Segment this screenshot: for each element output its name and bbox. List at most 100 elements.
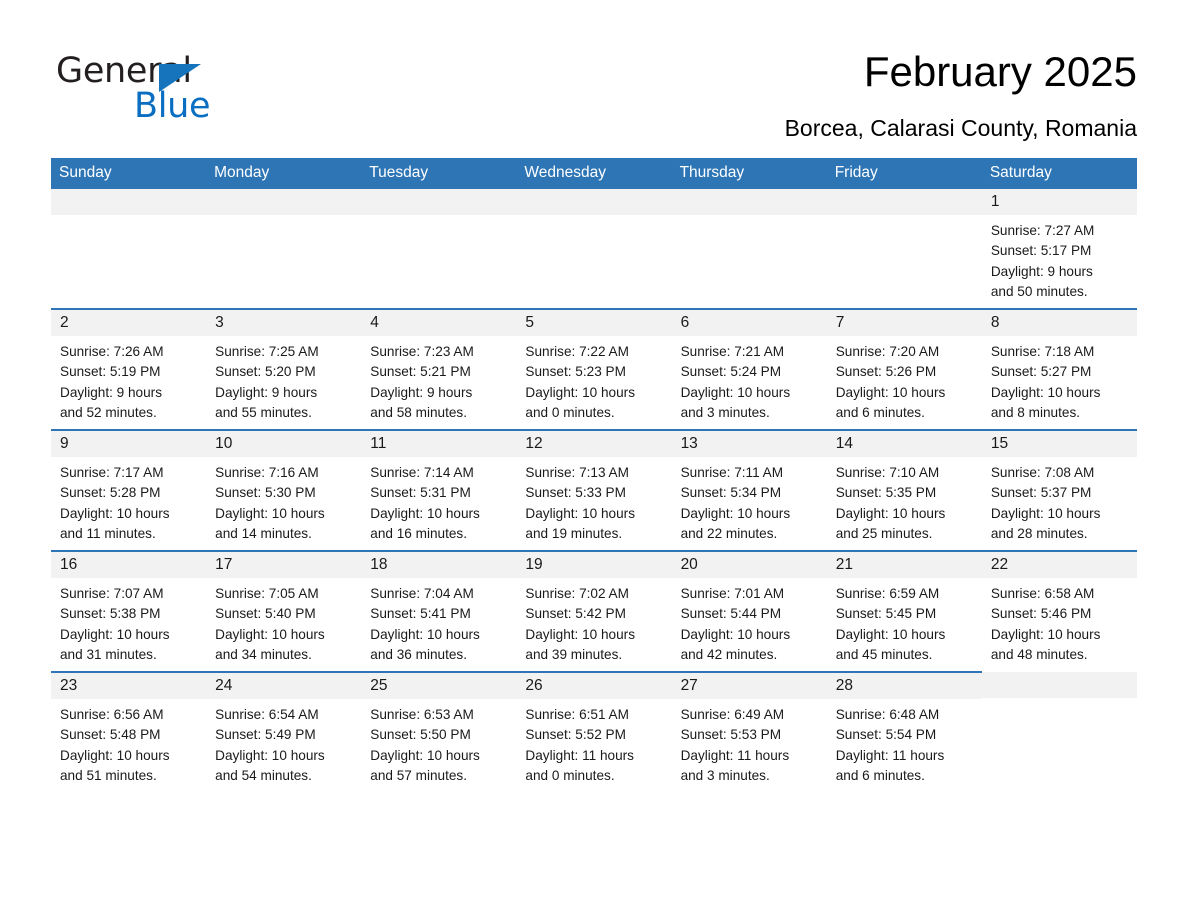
- day-number: 1: [981, 189, 1137, 215]
- day-detail-daylight-cont: and 48 minutes.: [990, 646, 1088, 662]
- day-detail-daylight-cont: and 0 minutes.: [525, 767, 615, 783]
- day-details: Sunrise: 7:22 AM Sunset: 5:23 PM Daylight:…: [516, 336, 671, 423]
- calendar-day-cell[interactable]: 24 Sunrise: 6:54 AM Sunset: 5:49 PM Dayligh…: [206, 671, 362, 792]
- day-detail-daylight-cont: and 6 minutes.: [835, 767, 925, 783]
- day-detail-sunrise: Sunrise: 7:04 AM: [370, 586, 474, 601]
- day-detail-daylight-cont: and 3 minutes.: [680, 404, 770, 420]
- calendar-day-cell[interactable]: 23 Sunrise: 6:56 AM Sunset: 5:48 PM Dayligh…: [51, 671, 207, 792]
- calendar-day-cell[interactable]: 27 Sunrise: 6:49 AM Sunset: 5:53 PM Dayligh…: [671, 671, 827, 792]
- day-detail-daylight: Daylight: 9 hours: [370, 384, 473, 400]
- calendar-day-cell[interactable]: 15 Sunrise: 7:08 AM Sunset: 5:37 PM Dayligh…: [981, 429, 1137, 551]
- calendar-day-cell[interactable]: 28 Sunrise: 6:48 AM Sunset: 5:54 PM Dayligh…: [826, 671, 982, 792]
- day-detail-daylight: Daylight: 10 hours: [835, 626, 946, 642]
- day-detail-daylight-cont: and 22 minutes.: [680, 525, 778, 541]
- calendar-day-cell[interactable]: 26 Sunrise: 6:51 AM Sunset: 5:52 PM Dayligh…: [516, 671, 672, 792]
- page-title: February 2025: [863, 48, 1137, 95]
- day-detail-sunset: Sunset: 5:54 PM: [835, 727, 937, 743]
- day-details: Sunrise: 7:02 AM Sunset: 5:42 PM Daylight:…: [516, 578, 671, 665]
- day-detail-daylight: Daylight: 10 hours: [370, 747, 480, 763]
- calendar-day-cell[interactable]: 22 Sunrise: 6:58 AM Sunset: 5:46 PM Dayligh…: [981, 550, 1137, 672]
- day-detail-sunset: Sunset: 5:24 PM: [680, 364, 782, 380]
- calendar-day-cell[interactable]: 4 Sunrise: 7:23 AM Sunset: 5:21 PM Daylight…: [361, 308, 517, 430]
- day-details: Sunrise: 6:56 AM Sunset: 5:48 PM Daylight:…: [51, 699, 206, 786]
- day-detail-sunset: Sunset: 5:48 PM: [60, 727, 161, 743]
- calendar-day-cell[interactable]: 6 Sunrise: 7:21 AM Sunset: 5:24 PM Daylight…: [671, 308, 827, 430]
- day-number: [671, 189, 827, 215]
- calendar-day-cell[interactable]: 21 Sunrise: 6:59 AM Sunset: 5:45 PM Dayligh…: [826, 550, 982, 672]
- calendar-day-cell[interactable]: 10 Sunrise: 7:16 AM Sunset: 5:30 PM Dayligh…: [206, 429, 362, 551]
- day-detail-sunrise: Sunrise: 7:01 AM: [680, 586, 785, 601]
- calendar-day-cell[interactable]: 14 Sunrise: 7:10 AM Sunset: 5:35 PM Dayligh…: [826, 429, 982, 551]
- day-detail-sunrise: Sunrise: 6:58 AM: [990, 586, 1095, 601]
- day-detail-sunset: Sunset: 5:31 PM: [370, 485, 471, 501]
- day-number: [361, 189, 517, 215]
- calendar-day-cell[interactable]: 16 Sunrise: 7:07 AM Sunset: 5:38 PM Dayligh…: [51, 550, 207, 672]
- calendar-day-cell[interactable]: 25 Sunrise: 6:53 AM Sunset: 5:50 PM Dayligh…: [361, 671, 517, 792]
- day-detail-daylight: Daylight: 10 hours: [990, 384, 1101, 400]
- calendar-day-cell[interactable]: 18 Sunrise: 7:04 AM Sunset: 5:41 PM Dayligh…: [361, 550, 517, 672]
- day-detail-sunrise: Sunrise: 6:54 AM: [215, 707, 319, 722]
- general-blue-logo[interactable]: General Blue: [56, 52, 356, 125]
- calendar-day-cell[interactable]: 20 Sunrise: 7:01 AM Sunset: 5:44 PM Dayligh…: [671, 550, 827, 672]
- calendar-week-row: 2 Sunrise: 7:26 AM Sunset: 5:19 PM Daylight…: [51, 308, 1137, 430]
- day-detail-sunrise: Sunrise: 7:10 AM: [835, 465, 940, 480]
- day-details: Sunrise: 7:21 AM Sunset: 5:24 PM Daylight:…: [672, 336, 827, 423]
- calendar-cell-empty: [206, 189, 362, 309]
- calendar-cell-empty: [516, 189, 672, 309]
- day-details: Sunrise: 7:16 AM Sunset: 5:30 PM Daylight:…: [206, 457, 361, 544]
- calendar-day-cell[interactable]: 7 Sunrise: 7:20 AM Sunset: 5:26 PM Daylight…: [826, 308, 982, 430]
- day-detail-daylight-cont: and 11 minutes.: [60, 525, 156, 541]
- day-detail-daylight-cont: and 28 minutes.: [990, 525, 1088, 541]
- calendar-day-cell[interactable]: 8 Sunrise: 7:18 AM Sunset: 5:27 PM Daylight…: [981, 308, 1137, 430]
- day-number: 2: [51, 310, 207, 336]
- calendar-day-cell[interactable]: 19 Sunrise: 7:02 AM Sunset: 5:42 PM Dayligh…: [516, 550, 672, 672]
- day-details: Sunrise: 7:08 AM Sunset: 5:37 PM Daylight:…: [982, 457, 1137, 544]
- day-detail-daylight-cont: and 51 minutes.: [60, 767, 157, 783]
- day-detail-daylight-cont: and 42 minutes.: [680, 646, 778, 662]
- day-detail-sunset: Sunset: 5:53 PM: [680, 727, 782, 743]
- calendar-day-cell[interactable]: 11 Sunrise: 7:14 AM Sunset: 5:31 PM Dayligh…: [361, 429, 517, 551]
- day-detail-sunrise: Sunrise: 7:21 AM: [680, 344, 785, 359]
- day-detail-sunrise: Sunrise: 7:14 AM: [370, 465, 474, 480]
- day-detail-daylight: Daylight: 10 hours: [60, 626, 170, 642]
- day-detail-sunrise: Sunrise: 7:20 AM: [835, 344, 940, 359]
- day-number: 16: [51, 552, 207, 578]
- day-detail-sunset: Sunset: 5:33 PM: [525, 485, 626, 501]
- day-detail-sunrise: Sunrise: 7:11 AM: [680, 465, 784, 480]
- day-number: 12: [516, 431, 672, 457]
- day-detail-daylight-cont: and 25 minutes.: [835, 525, 933, 541]
- day-number: 5: [516, 310, 672, 336]
- day-detail-sunset: Sunset: 5:26 PM: [835, 364, 937, 380]
- day-detail-daylight-cont: and 14 minutes.: [215, 525, 312, 541]
- weekday-header-wednesday: Wednesday: [516, 158, 672, 189]
- day-number: 22: [981, 552, 1137, 578]
- calendar-day-cell[interactable]: 3 Sunrise: 7:25 AM Sunset: 5:20 PM Daylight…: [206, 308, 362, 430]
- calendar-day-cell[interactable]: 9 Sunrise: 7:17 AM Sunset: 5:28 PM Daylight…: [51, 429, 207, 551]
- sunrise-sunset-calendar: Sunday Monday Tuesday Wednesday Thursday…: [51, 158, 1137, 792]
- day-detail-daylight-cont: and 52 minutes.: [60, 404, 157, 420]
- day-detail-sunrise: Sunrise: 6:48 AM: [835, 707, 940, 722]
- calendar-day-cell[interactable]: 13 Sunrise: 7:11 AM Sunset: 5:34 PM Dayligh…: [671, 429, 827, 551]
- day-detail-sunset: Sunset: 5:34 PM: [680, 485, 782, 501]
- calendar-day-cell[interactable]: 17 Sunrise: 7:05 AM Sunset: 5:40 PM Dayligh…: [206, 550, 362, 672]
- day-detail-sunset: Sunset: 5:17 PM: [990, 243, 1092, 259]
- day-detail-sunrise: Sunrise: 7:27 AM: [990, 223, 1095, 238]
- day-detail-sunset: Sunset: 5:23 PM: [525, 364, 626, 380]
- calendar-day-cell[interactable]: 5 Sunrise: 7:22 AM Sunset: 5:23 PM Daylight…: [516, 308, 672, 430]
- day-detail-sunset: Sunset: 5:41 PM: [370, 606, 471, 622]
- calendar-day-cell[interactable]: 12 Sunrise: 7:13 AM Sunset: 5:33 PM Dayligh…: [516, 429, 672, 551]
- day-details: Sunrise: 7:11 AM Sunset: 5:34 PM Daylight:…: [672, 457, 827, 544]
- day-number: 6: [671, 310, 827, 336]
- day-details: Sunrise: 7:20 AM Sunset: 5:26 PM Daylight:…: [827, 336, 982, 423]
- day-detail-daylight: Daylight: 10 hours: [370, 505, 480, 521]
- day-details: Sunrise: 7:25 AM Sunset: 5:20 PM Daylight:…: [206, 336, 361, 423]
- day-detail-sunset: Sunset: 5:28 PM: [60, 485, 161, 501]
- day-number: 14: [826, 431, 982, 457]
- day-detail-sunrise: Sunrise: 6:59 AM: [835, 586, 940, 601]
- calendar-day-cell[interactable]: 2 Sunrise: 7:26 AM Sunset: 5:19 PM Daylight…: [51, 308, 207, 430]
- calendar-day-cell[interactable]: 1 Sunrise: 7:27 AM Sunset: 5:17 PM Daylight…: [981, 189, 1137, 309]
- calendar-week-row: 9 Sunrise: 7:17 AM Sunset: 5:28 PM Daylight…: [51, 429, 1137, 551]
- calendar-cell-empty: [826, 189, 982, 309]
- day-detail-daylight-cont: and 6 minutes.: [835, 404, 925, 420]
- day-number: 17: [206, 552, 362, 578]
